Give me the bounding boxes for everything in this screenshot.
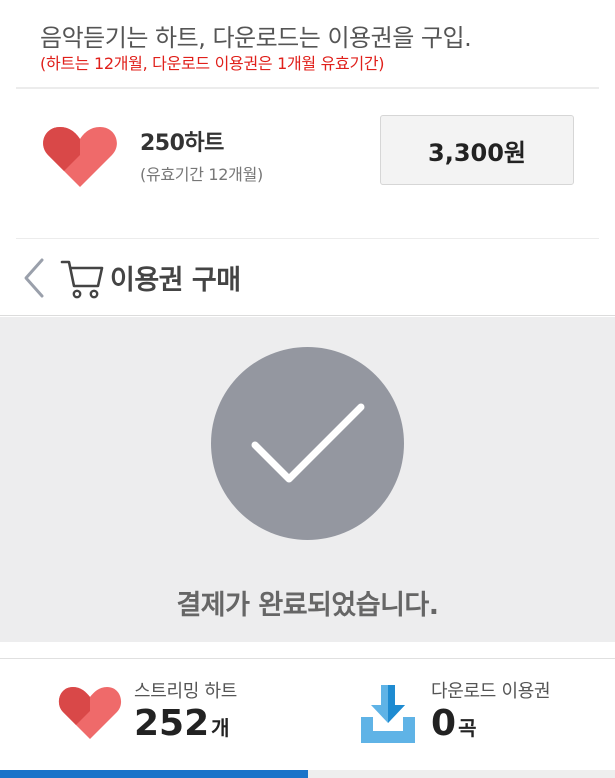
download-icon — [361, 685, 415, 743]
active-tab-indicator — [0, 770, 308, 778]
streaming-count-value: 252 — [134, 703, 210, 744]
download-count: 0곡 — [431, 703, 476, 744]
divider — [16, 238, 599, 239]
download-pass-tab[interactable]: 다운로드 이용권 0곡 — [307, 659, 615, 769]
offer-row: 250하트 (유효기간 12개월) 3,300원 — [0, 89, 615, 229]
streaming-count: 252 개 — [134, 703, 230, 744]
heart-icon — [43, 127, 117, 187]
banner-title: 음악듣기는 하트, 다운로드는 이용권을 구입. — [40, 24, 472, 52]
chevron-left-icon[interactable] — [18, 256, 54, 300]
completion-panel: 결제가 완료되었습니다. — [0, 317, 615, 642]
download-count-value: 0 — [431, 703, 457, 744]
download-count-unit: 곡 — [458, 716, 477, 740]
cart-icon — [60, 260, 104, 299]
streaming-count-unit: 개 — [211, 716, 230, 740]
tab-indicator-track — [0, 770, 615, 778]
page-title: 이용권 구매 — [110, 265, 241, 296]
download-label: 다운로드 이용권 — [431, 681, 551, 702]
balance-footer: 스트리밍 하트 252 개 다운로드 이용권 0곡 — [0, 658, 615, 778]
offer-period: (유효기간 12개월) — [140, 165, 263, 184]
checkmark-icon — [251, 403, 365, 483]
streaming-label: 스트리밍 하트 — [134, 681, 237, 702]
purchase-complete-screen: 음악듣기는 하트, 다운로드는 이용권을 구입. (하트는 12개월, 다운로드… — [0, 0, 615, 778]
banner-note: (하트는 12개월, 다운로드 이용권은 1개월 유효기간) — [40, 54, 385, 73]
offer-name: 250하트 — [140, 131, 224, 156]
heart-icon — [58, 687, 122, 739]
price-button[interactable]: 3,300원 — [380, 115, 574, 185]
streaming-heart-tab[interactable]: 스트리밍 하트 252 개 — [0, 659, 307, 769]
heart-offer-banner: 음악듣기는 하트, 다운로드는 이용권을 구입. (하트는 12개월, 다운로드… — [0, 0, 615, 240]
completion-message: 결제가 완료되었습니다. — [176, 590, 439, 621]
page-header: 이용권 구매 — [0, 242, 615, 316]
success-circle — [211, 347, 404, 540]
